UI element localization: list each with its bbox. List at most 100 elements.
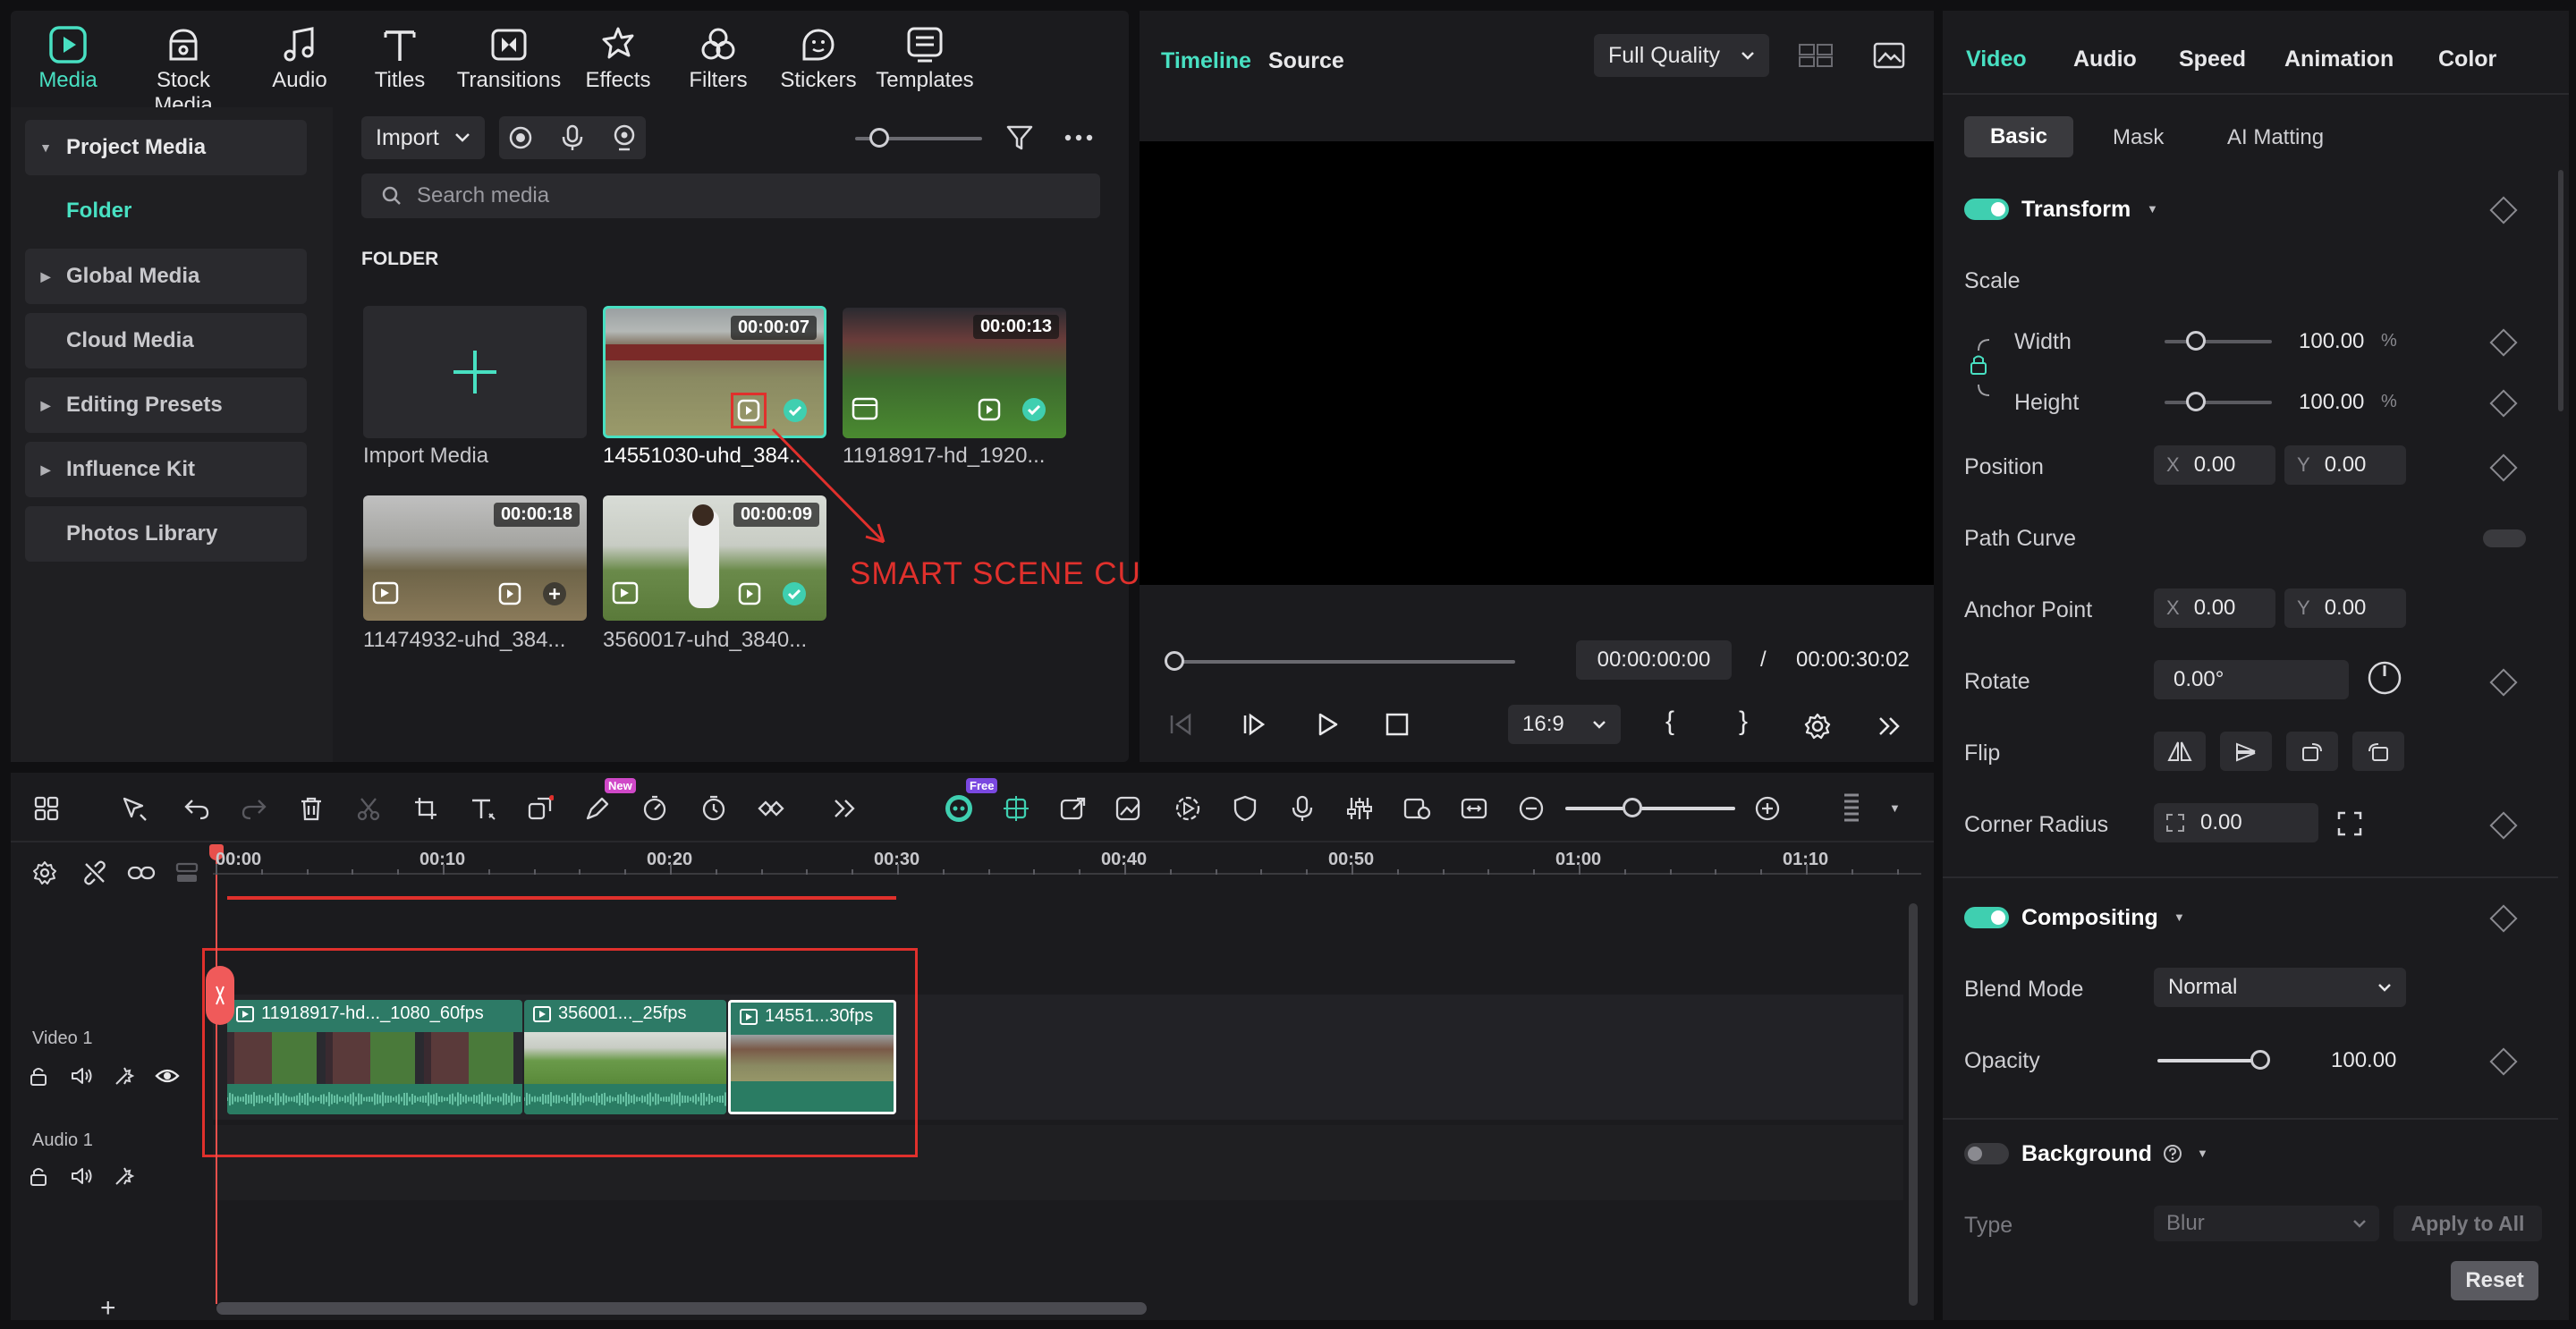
timeline-horizontal-scrollbar[interactable] [216, 1302, 1147, 1315]
audio-track-effect-icon[interactable] [111, 1163, 138, 1189]
compositing-toggle[interactable] [1964, 907, 2009, 928]
play-icon[interactable] [1309, 707, 1345, 742]
media-thumb-14551030[interactable]: 00:00:07 [603, 306, 826, 438]
nav-project-media[interactable]: ▼ Project Media [25, 120, 307, 175]
props-tab-animation[interactable]: Animation [2284, 47, 2394, 72]
speed-ramp-icon[interactable] [635, 789, 674, 828]
playback-scrubber[interactable] [1174, 660, 1515, 664]
record-screen-icon[interactable] [504, 122, 537, 154]
media-thumb-11918917[interactable]: 00:00:13 [843, 308, 1066, 438]
snapshot-image-icon[interactable] [1869, 38, 1909, 73]
tab-effects[interactable]: Effects [564, 20, 672, 93]
nav-influence-kit[interactable]: ▶ Influence Kit [25, 442, 307, 497]
tab-titles[interactable]: Titles [346, 20, 453, 93]
current-time-field[interactable]: 00:00:00:00 [1576, 640, 1732, 680]
timeline-zoom-slider[interactable] [1565, 807, 1735, 810]
apply-to-all-button[interactable]: Apply to All [2394, 1206, 2542, 1241]
smart-scene-cut-icon[interactable] [737, 581, 762, 606]
rotate-ccw-button[interactable] [2352, 732, 2404, 771]
timer-icon[interactable] [694, 789, 733, 828]
props-scrollbar[interactable] [2558, 170, 2563, 411]
thumbnail-size-knob[interactable] [869, 128, 889, 148]
smart-scene-cut-icon[interactable] [497, 581, 522, 606]
redo-icon[interactable] [234, 789, 274, 828]
props-tab-audio[interactable]: Audio [2073, 47, 2137, 72]
background-toggle[interactable] [1964, 1143, 2009, 1164]
search-input[interactable]: Search media [361, 174, 1100, 218]
rotate-cw-button[interactable] [2286, 732, 2338, 771]
replace-clip-icon[interactable] [1397, 789, 1436, 828]
props-tab-video[interactable]: Video [1966, 47, 2027, 72]
position-y-field[interactable]: Y 0.00 [2284, 445, 2406, 485]
subtab-basic[interactable]: Basic [1964, 116, 2073, 157]
opacity-knob[interactable] [2250, 1050, 2270, 1070]
next-frame-icon[interactable] [1236, 707, 1272, 742]
voiceover-mic-icon[interactable] [1283, 789, 1322, 828]
zoom-out-icon[interactable] [1512, 789, 1551, 828]
caret-down-icon[interactable]: ▼ [2174, 910, 2185, 924]
timeline-settings-icon[interactable] [25, 853, 64, 893]
path-curve-toggle[interactable] [2483, 529, 2526, 547]
reset-button[interactable]: Reset [2451, 1261, 2538, 1300]
props-tab-color[interactable]: Color [2438, 47, 2496, 72]
rotate-field[interactable]: 0.00° [2154, 660, 2349, 699]
track-visibility-eye-icon[interactable] [154, 1062, 181, 1089]
anchor-x-field[interactable]: X 0.00 [2154, 588, 2275, 628]
height-slider[interactable] [2165, 401, 2272, 404]
layout-grid-icon[interactable] [27, 789, 66, 828]
shape-mask-icon[interactable] [521, 789, 560, 828]
add-to-timeline-icon[interactable] [542, 581, 567, 606]
pen-draw-icon[interactable] [578, 789, 617, 828]
undo-icon[interactable] [177, 789, 216, 828]
export-clip-icon[interactable] [1054, 789, 1093, 828]
tab-filters[interactable]: Filters [665, 20, 772, 93]
keyframe-path-icon[interactable] [751, 789, 791, 828]
nav-photos-library[interactable]: Photos Library [25, 506, 307, 562]
track-volume-icon[interactable] [68, 1062, 95, 1089]
unlink-icon[interactable] [75, 853, 114, 893]
caret-down-icon[interactable]: ▼ [1889, 801, 1901, 815]
playhead-knob[interactable] [1165, 651, 1184, 671]
track-lock-icon[interactable] [25, 1062, 52, 1089]
work-area-bar[interactable] [227, 896, 896, 900]
nav-global-media[interactable]: ▶ Global Media [25, 249, 307, 304]
track-layout-icon[interactable] [1832, 789, 1871, 828]
webcam-icon[interactable] [608, 122, 640, 154]
transform-toggle[interactable] [1964, 199, 2009, 220]
settings-gear-icon[interactable] [1800, 708, 1835, 744]
tab-media[interactable]: Media [14, 20, 122, 93]
zoom-in-icon[interactable] [1748, 789, 1787, 828]
ai-copilot-icon[interactable] [939, 789, 979, 828]
tab-stickers[interactable]: Stickers [765, 20, 872, 93]
corner-independent-icon[interactable] [2336, 810, 2363, 837]
split-playhead-button[interactable] [206, 966, 234, 1025]
height-knob[interactable] [2186, 392, 2206, 411]
anchor-y-field[interactable]: Y 0.00 [2284, 588, 2406, 628]
nav-folder[interactable]: Folder [66, 199, 131, 224]
audio-mixer-icon[interactable] [1340, 789, 1379, 828]
help-question-icon[interactable] [2163, 1144, 2182, 1164]
previous-frame-icon[interactable] [1163, 707, 1199, 742]
width-slider[interactable] [2165, 340, 2272, 343]
mark-in-button[interactable]: { [1665, 707, 1674, 737]
import-dropdown[interactable]: Import [361, 116, 485, 159]
text-title-icon[interactable] [463, 789, 503, 828]
grid-layout-icon[interactable] [1796, 39, 1835, 72]
timeline-vertical-scrollbar[interactable] [1909, 903, 1918, 1306]
track-effect-icon[interactable] [111, 1062, 138, 1089]
props-tab-speed[interactable]: Speed [2179, 47, 2246, 72]
shield-protect-icon[interactable] [1225, 789, 1265, 828]
flip-vertical-button[interactable] [2220, 732, 2272, 771]
image-edit-icon[interactable] [1109, 789, 1148, 828]
tab-timeline[interactable]: Timeline [1161, 48, 1251, 74]
fit-width-icon[interactable] [1454, 789, 1494, 828]
caret-down-icon[interactable]: ▼ [2147, 202, 2158, 216]
quality-dropdown[interactable]: Full Quality [1594, 34, 1769, 77]
speed-adjust-icon[interactable] [1168, 789, 1208, 828]
width-value[interactable]: 100.00 [2299, 329, 2364, 354]
microphone-icon[interactable] [556, 122, 589, 154]
nav-cloud-media[interactable]: Cloud Media [25, 313, 307, 368]
subtab-mask[interactable]: Mask [2113, 125, 2164, 150]
nav-editing-presets[interactable]: ▶ Editing Presets [25, 377, 307, 433]
position-x-field[interactable]: X 0.00 [2154, 445, 2275, 485]
